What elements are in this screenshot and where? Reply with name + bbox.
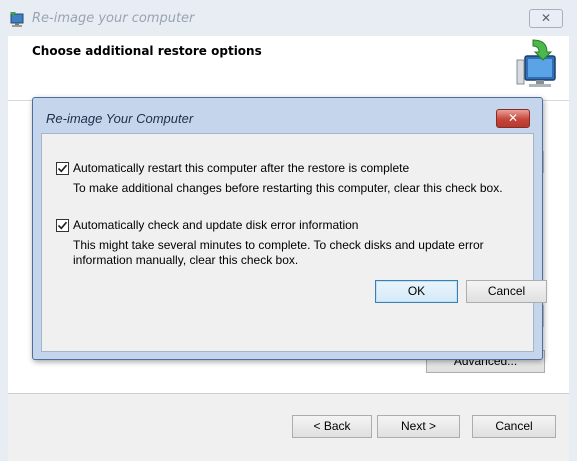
check-disk-option-description: This might take several minutes to compl… (73, 238, 484, 267)
outer-title-bar: Re-image your computer ✕ (0, 0, 577, 36)
window-frame-left (0, 36, 8, 460)
computer-restore-icon (8, 10, 26, 28)
cancel-button[interactable]: Cancel (472, 415, 556, 438)
reimage-dialog: Re-image Your Computer ✕ Automatically r… (32, 97, 547, 360)
close-icon[interactable]: ✕ (529, 9, 563, 28)
window-title: Re-image your computer (32, 11, 195, 26)
back-button[interactable]: < Back (292, 415, 372, 438)
dialog-close-icon[interactable]: ✕ (496, 109, 530, 128)
check-disk-checkbox[interactable] (56, 219, 69, 232)
next-button[interactable]: Next > (377, 415, 460, 438)
check-disk-option-label[interactable]: Automatically check and update disk erro… (73, 218, 358, 232)
dialog-body: Automatically restart this computer afte… (41, 133, 534, 352)
restart-option-description: To make additional changes before restar… (73, 181, 503, 195)
restart-checkbox[interactable] (56, 162, 69, 175)
window-frame-right (569, 36, 577, 460)
dialog-title: Re-image Your Computer (46, 111, 194, 126)
restart-option-label[interactable]: Automatically restart this computer afte… (73, 161, 409, 175)
computer-restore-graphic-icon (513, 38, 563, 90)
page-title: Choose additional restore options (32, 44, 262, 58)
ok-button[interactable]: OK (375, 280, 458, 303)
checkmark-icon (57, 164, 68, 173)
wizard-header: Choose additional restore options (8, 36, 569, 100)
checkmark-icon (57, 221, 68, 230)
dialog-cancel-button[interactable]: Cancel (466, 280, 547, 303)
